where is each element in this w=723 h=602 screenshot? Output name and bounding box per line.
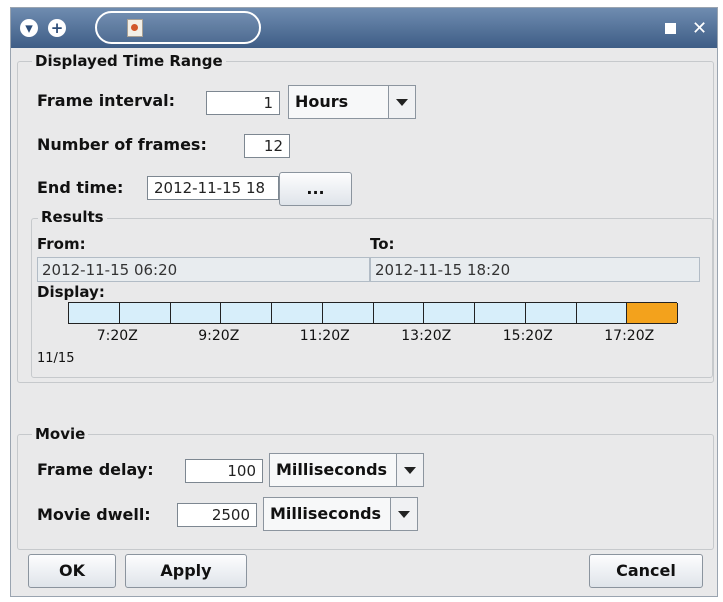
timeline-frame[interactable] bbox=[475, 303, 526, 323]
frame-interval-unit-value: Hours bbox=[295, 92, 349, 111]
number-of-frames-label: Number of frames: bbox=[37, 135, 207, 154]
frame-interval-input[interactable]: 1 bbox=[206, 91, 280, 115]
results-legend: Results bbox=[38, 208, 107, 226]
ok-button[interactable]: OK bbox=[28, 554, 116, 588]
timeline-frame[interactable] bbox=[170, 303, 222, 323]
movie-dwell-label: Movie dwell: bbox=[37, 505, 151, 524]
close-icon[interactable]: ✕ bbox=[691, 20, 708, 38]
java-app-icon bbox=[127, 19, 143, 37]
end-time-picker-button[interactable]: ... bbox=[279, 172, 352, 206]
cancel-button[interactable]: Cancel bbox=[589, 554, 703, 588]
timeline-frame[interactable] bbox=[576, 303, 628, 323]
timeline-tick-label: 9:20Z bbox=[198, 328, 240, 344]
timeline-tick-label: 15:20Z bbox=[502, 328, 553, 344]
timeline-frame[interactable] bbox=[525, 303, 577, 323]
frame-interval-label: Frame interval: bbox=[37, 91, 176, 110]
movie-dwell-input[interactable]: 2500 bbox=[177, 503, 257, 527]
timeline-frame[interactable] bbox=[424, 303, 475, 323]
end-time-label: End time: bbox=[37, 178, 124, 197]
from-label: From: bbox=[37, 235, 86, 253]
timeline-date-label: 11/15 bbox=[37, 351, 75, 366]
timeline-tick-label: 11:20Z bbox=[299, 328, 350, 344]
from-value: 2012-11-15 06:20 bbox=[37, 257, 370, 282]
movie-section bbox=[17, 434, 714, 550]
timeline-frame[interactable] bbox=[272, 303, 323, 323]
to-label: To: bbox=[370, 235, 395, 253]
frame-delay-unit-select[interactable]: Milliseconds bbox=[269, 453, 424, 487]
timeline-frame[interactable] bbox=[221, 303, 272, 323]
timeline-frame[interactable] bbox=[373, 303, 425, 323]
time-range-legend: Displayed Time Range bbox=[32, 52, 226, 70]
apply-button[interactable]: Apply bbox=[125, 554, 247, 588]
timeline-frame[interactable] bbox=[322, 303, 374, 323]
frame-delay-input[interactable]: 100 bbox=[185, 459, 263, 483]
minimize-icon[interactable] bbox=[662, 20, 679, 37]
timeline-frame[interactable] bbox=[69, 303, 120, 323]
timeline-tick-label: 7:20Z bbox=[96, 328, 138, 344]
frame-interval-unit-select[interactable]: Hours bbox=[288, 85, 416, 119]
timeline-tick-label: 17:20Z bbox=[604, 328, 655, 344]
to-value: 2012-11-15 18:20 bbox=[370, 257, 700, 282]
end-time-input[interactable]: 2012-11-15 18 bbox=[147, 176, 279, 200]
display-label: Display: bbox=[37, 283, 105, 301]
movie-dwell-unit-value: Milliseconds bbox=[270, 504, 382, 523]
timeline-frame-current[interactable] bbox=[627, 303, 678, 323]
chevron-down-icon[interactable] bbox=[396, 454, 423, 486]
movie-legend: Movie bbox=[32, 425, 89, 443]
timeline-ticks: 7:20Z 9:20Z 11:20Z 13:20Z 15:20Z 17:20Z bbox=[68, 328, 677, 348]
title-tab[interactable] bbox=[95, 11, 261, 44]
frame-delay-unit-value: Milliseconds bbox=[276, 460, 388, 479]
collapse-icon[interactable]: ▾ bbox=[20, 19, 38, 37]
title-bar: ▾ + ✕ bbox=[11, 8, 717, 48]
chevron-down-icon[interactable] bbox=[388, 86, 415, 118]
timeline-tick-label: 13:20Z bbox=[401, 328, 452, 344]
dialog-window: ▾ + ✕ Displayed Time Range Frame interva… bbox=[10, 7, 718, 597]
number-of-frames-input[interactable]: 12 bbox=[244, 134, 290, 158]
movie-dwell-unit-select[interactable]: Milliseconds bbox=[263, 497, 418, 531]
chevron-down-icon[interactable] bbox=[390, 498, 417, 530]
frame-delay-label: Frame delay: bbox=[37, 460, 154, 479]
plus-icon[interactable]: + bbox=[48, 19, 66, 37]
timeline-frame[interactable] bbox=[119, 303, 171, 323]
timeline-bar[interactable] bbox=[68, 302, 678, 324]
